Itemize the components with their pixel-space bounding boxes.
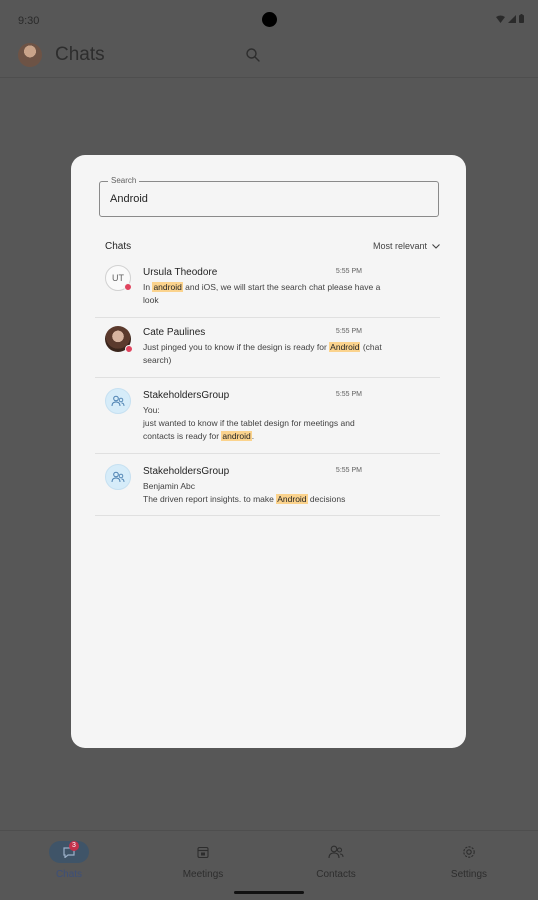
nav-item-contacts[interactable]: Contacts [296, 841, 376, 880]
search-icon[interactable] [245, 47, 261, 63]
status-icons [496, 14, 524, 23]
message-sender: Benjamin Abc [143, 481, 195, 491]
signal-icon [508, 14, 516, 23]
nav-label-chats: Chats [55, 869, 83, 880]
message-preview-continued: contacts is ready for android. [143, 431, 255, 441]
chat-name: StakeholdersGroup [143, 466, 230, 477]
chat-name: StakeholdersGroup [143, 390, 230, 401]
avatar [105, 388, 131, 414]
message-preview-continued: search) [143, 355, 172, 365]
app-header: Chats [0, 38, 538, 78]
message-preview-continued: look [143, 295, 159, 305]
status-time: 9:30 [18, 15, 40, 27]
bottom-navigation: 3 Chats Meetings Contacts Settings [0, 830, 538, 900]
presence-busy-indicator [124, 283, 132, 291]
section-title: Chats [105, 241, 132, 252]
chat-time: 5:55 PM [335, 268, 362, 275]
chat-name: Ursula Theodore [143, 267, 218, 278]
search-dialog: Search Android Chats Most relevant UT Ur… [71, 155, 466, 748]
nav-label-meetings: Meetings [182, 869, 224, 880]
people-icon [328, 845, 344, 859]
status-bar: 9:30 [0, 0, 538, 40]
nav-label-contacts: Contacts [316, 869, 356, 880]
chat-time: 5:55 PM [335, 391, 362, 398]
list-item[interactable]: Cate Paulines 5:55 PM Just pinged you to… [95, 318, 440, 378]
avatar: UT [105, 265, 132, 291]
sort-label: Most relevant [372, 241, 427, 251]
camera-cutout [262, 12, 277, 27]
message-sender: You: [143, 405, 160, 415]
search-highlight: Android [329, 342, 361, 352]
search-query[interactable]: Android [110, 193, 148, 205]
nav-label-settings: Settings [450, 869, 488, 880]
nav-item-meetings[interactable]: Meetings [163, 841, 243, 880]
search-highlight: Android [276, 494, 308, 504]
avatar [105, 464, 131, 490]
chevron-down-icon [432, 243, 440, 249]
group-icon [111, 395, 125, 407]
message-preview: The driven report insights. to make Andr… [143, 494, 346, 504]
results-section-header: Chats Most relevant [105, 241, 440, 255]
home-indicator[interactable] [234, 891, 304, 894]
search-field-label: Search [108, 176, 140, 185]
chat-time: 5:55 PM [335, 467, 362, 474]
page-title: Chats [55, 44, 105, 65]
search-input[interactable]: Search Android [99, 176, 439, 217]
presence-busy-indicator [125, 345, 133, 353]
avatar[interactable] [18, 43, 42, 67]
sort-dropdown[interactable]: Most relevant [373, 241, 440, 251]
battery-icon [519, 14, 524, 23]
list-item[interactable]: StakeholdersGroup 5:55 PM You: just want… [95, 378, 440, 454]
message-preview: Just pinged you to know if the design is… [143, 342, 382, 352]
calendar-icon [197, 846, 209, 858]
search-highlight: android [221, 431, 252, 441]
chat-time: 5:55 PM [335, 328, 362, 335]
list-item[interactable]: UT Ursula Theodore 5:55 PM In android an… [95, 255, 440, 318]
message-preview: In android and iOS, we will start the se… [143, 282, 381, 292]
group-icon [111, 471, 125, 483]
nav-item-chats[interactable]: 3 Chats [29, 841, 109, 880]
list-item[interactable]: StakeholdersGroup 5:55 PM Benjamin Abc T… [95, 454, 440, 516]
message-preview: just wanted to know if the tablet design… [143, 418, 355, 428]
nav-item-settings[interactable]: Settings [429, 841, 509, 880]
gear-icon [463, 846, 475, 858]
search-highlight: android [152, 282, 183, 292]
chat-name: Cate Paulines [143, 327, 206, 338]
unread-badge: 3 [69, 841, 79, 851]
results-list: UT Ursula Theodore 5:55 PM In android an… [95, 255, 440, 516]
avatar [105, 326, 133, 353]
wifi-icon [496, 15, 505, 23]
